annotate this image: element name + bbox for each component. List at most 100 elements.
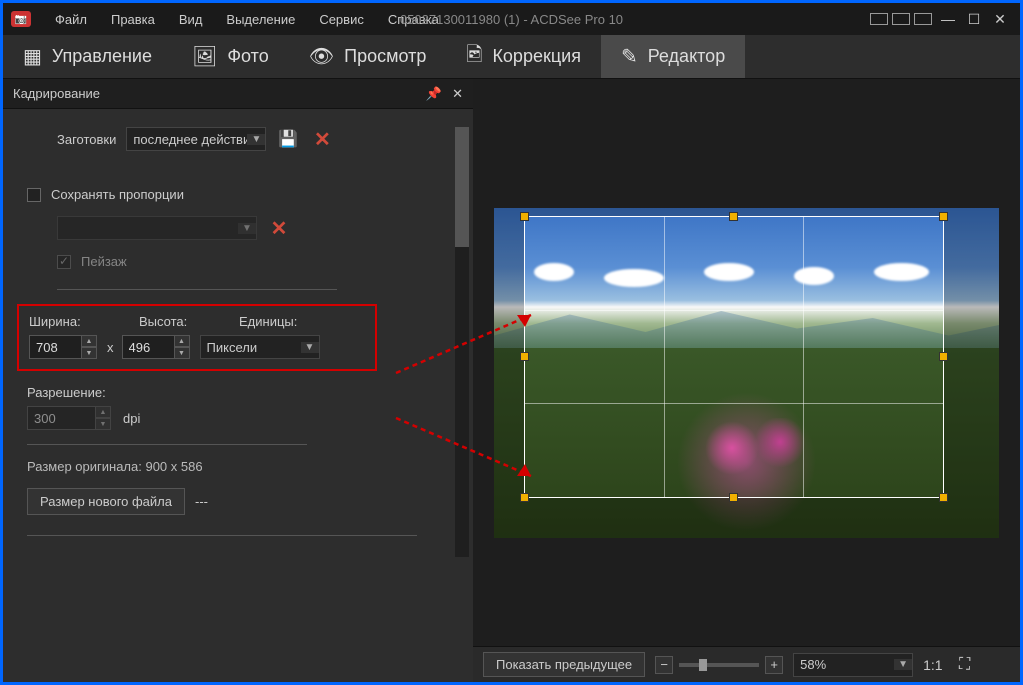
- height-field[interactable]: ▲▼: [122, 335, 192, 359]
- height-spin-up[interactable]: ▲: [174, 335, 190, 347]
- chevron-down-icon: ▼: [894, 659, 912, 670]
- zoom-thumb[interactable]: [699, 659, 707, 671]
- new-file-size-button[interactable]: Размер нового файла: [27, 488, 185, 515]
- workspace: Кадрирование 📌 ✕ Заготовки последнее дей…: [3, 79, 1020, 682]
- photo-icon: 🖼: [192, 44, 217, 69]
- zoom-out-button[interactable]: −: [655, 656, 673, 674]
- height-input[interactable]: [122, 335, 174, 359]
- delete-preset-icon[interactable]: ✕: [310, 127, 334, 151]
- tab-manage-label: Управление: [52, 46, 152, 67]
- units-value: Пиксели: [201, 340, 301, 355]
- canvas-area: Показать предыдущее − + 58% ▼ 1:1 ⛶: [473, 79, 1020, 682]
- ratio-combo[interactable]: ▼: [57, 216, 257, 240]
- panel-close-icon[interactable]: ✕: [452, 86, 463, 102]
- units-combo[interactable]: Пиксели ▼: [200, 335, 320, 359]
- crop-handle-s[interactable]: [729, 493, 738, 502]
- res-spin-up[interactable]: ▲: [95, 406, 111, 418]
- keep-ratio-checkbox[interactable]: [27, 188, 41, 202]
- crop-handle-nw[interactable]: [520, 212, 529, 221]
- height-label: Высота:: [139, 314, 239, 329]
- image-preview[interactable]: [494, 208, 999, 538]
- resolution-input[interactable]: [27, 406, 95, 430]
- app-icon: [11, 11, 31, 27]
- menu-view[interactable]: Вид: [167, 8, 215, 31]
- panel-scrollbar[interactable]: [455, 127, 469, 557]
- divider: [27, 444, 307, 445]
- tab-editor[interactable]: ✎ Редактор: [601, 35, 745, 78]
- tab-photo[interactable]: 🖼 Фото: [172, 35, 289, 78]
- units-label: Единицы:: [239, 314, 349, 329]
- width-label: Ширина:: [29, 314, 139, 329]
- width-spin-up[interactable]: ▲: [81, 335, 97, 347]
- layout-btn-2[interactable]: [892, 13, 910, 25]
- wand-icon: ✎: [621, 44, 638, 69]
- adjust-icon: 🖻: [466, 40, 482, 74]
- app-window: Файл Правка Вид Выделение Сервис Справка…: [0, 0, 1023, 685]
- chevron-down-icon: ▼: [247, 134, 265, 145]
- fit-actual-button[interactable]: 1:1: [923, 657, 942, 673]
- canvas-viewport[interactable]: [473, 79, 1020, 646]
- bottom-bar: Показать предыдущее − + 58% ▼ 1:1 ⛶: [473, 646, 1020, 682]
- resolution-unit: dpi: [123, 411, 140, 426]
- zoom-combo[interactable]: 58% ▼: [793, 653, 913, 677]
- crop-handle-n[interactable]: [729, 212, 738, 221]
- scroll-thumb[interactable]: [455, 127, 469, 247]
- presets-combo[interactable]: последнее действие ▼: [126, 127, 266, 151]
- width-field[interactable]: ▲▼: [29, 335, 99, 359]
- minimize-button[interactable]: —: [936, 10, 960, 28]
- titlebar: Файл Правка Вид Выделение Сервис Справка…: [3, 3, 1020, 35]
- menu-tools[interactable]: Сервис: [307, 8, 376, 31]
- crop-handle-se[interactable]: [939, 493, 948, 502]
- zoom-in-button[interactable]: +: [765, 656, 783, 674]
- height-spin-down[interactable]: ▼: [174, 347, 190, 359]
- close-button[interactable]: ✕: [988, 10, 1012, 28]
- fullscreen-icon[interactable]: ⛶: [953, 653, 977, 677]
- panel-title: Кадрирование: [13, 86, 100, 101]
- eye-icon: 👁: [309, 44, 334, 69]
- pin-icon[interactable]: 📌: [426, 86, 442, 102]
- divider: [57, 289, 337, 290]
- panel-header: Кадрирование 📌 ✕: [3, 79, 473, 109]
- menu-selection[interactable]: Выделение: [214, 8, 307, 31]
- keep-ratio-label: Сохранять пропорции: [51, 187, 184, 202]
- panel-body: Заготовки последнее действие ▼ 💾 ✕ Сохра…: [3, 109, 473, 682]
- show-previous-button[interactable]: Показать предыдущее: [483, 652, 645, 677]
- mode-tabs: ▦ Управление 🖼 Фото 👁 Просмотр 🖻 Коррекц…: [3, 35, 1020, 79]
- crop-handle-ne[interactable]: [939, 212, 948, 221]
- presets-value: последнее действие: [127, 132, 247, 147]
- tab-view[interactable]: 👁 Просмотр: [289, 35, 447, 78]
- resolution-label: Разрешение:: [27, 385, 449, 400]
- presets-label: Заготовки: [57, 132, 116, 147]
- landscape-label: Пейзаж: [81, 254, 127, 269]
- resolution-field[interactable]: ▲▼: [27, 406, 113, 430]
- layout-btn-3[interactable]: [914, 13, 932, 25]
- zoom-track[interactable]: [679, 663, 759, 667]
- crop-handle-w[interactable]: [520, 352, 529, 361]
- tab-manage[interactable]: ▦ Управление: [3, 35, 172, 78]
- crop-handle-e[interactable]: [939, 352, 948, 361]
- window-controls: — ☐ ✕: [870, 10, 1012, 28]
- tool-panel: Кадрирование 📌 ✕ Заготовки последнее дей…: [3, 79, 473, 682]
- menu-edit[interactable]: Правка: [99, 8, 167, 31]
- new-file-size-value: ---: [195, 494, 208, 509]
- res-spin-down[interactable]: ▼: [95, 418, 111, 430]
- zoom-value: 58%: [794, 657, 894, 672]
- save-preset-icon[interactable]: 💾: [276, 127, 300, 151]
- maximize-button[interactable]: ☐: [962, 10, 986, 28]
- zoom-slider: − +: [655, 656, 783, 674]
- tab-photo-label: Фото: [227, 46, 268, 67]
- tab-adjust[interactable]: 🖻 Коррекция: [446, 35, 601, 78]
- width-input[interactable]: [29, 335, 81, 359]
- tab-editor-label: Редактор: [648, 46, 725, 67]
- tab-view-label: Просмотр: [344, 46, 426, 67]
- clear-ratio-icon[interactable]: ✕: [267, 216, 291, 240]
- divider: [27, 535, 417, 536]
- crop-rectangle[interactable]: [524, 216, 944, 498]
- tab-adjust-label: Коррекция: [492, 46, 581, 67]
- layout-btn-1[interactable]: [870, 13, 888, 25]
- landscape-checkbox[interactable]: [57, 255, 71, 269]
- crop-handle-sw[interactable]: [520, 493, 529, 502]
- menu-file[interactable]: Файл: [43, 8, 99, 31]
- dimensions-group: Ширина: Высота: Единицы: ▲▼ x ▲▼: [17, 304, 377, 371]
- width-spin-down[interactable]: ▼: [81, 347, 97, 359]
